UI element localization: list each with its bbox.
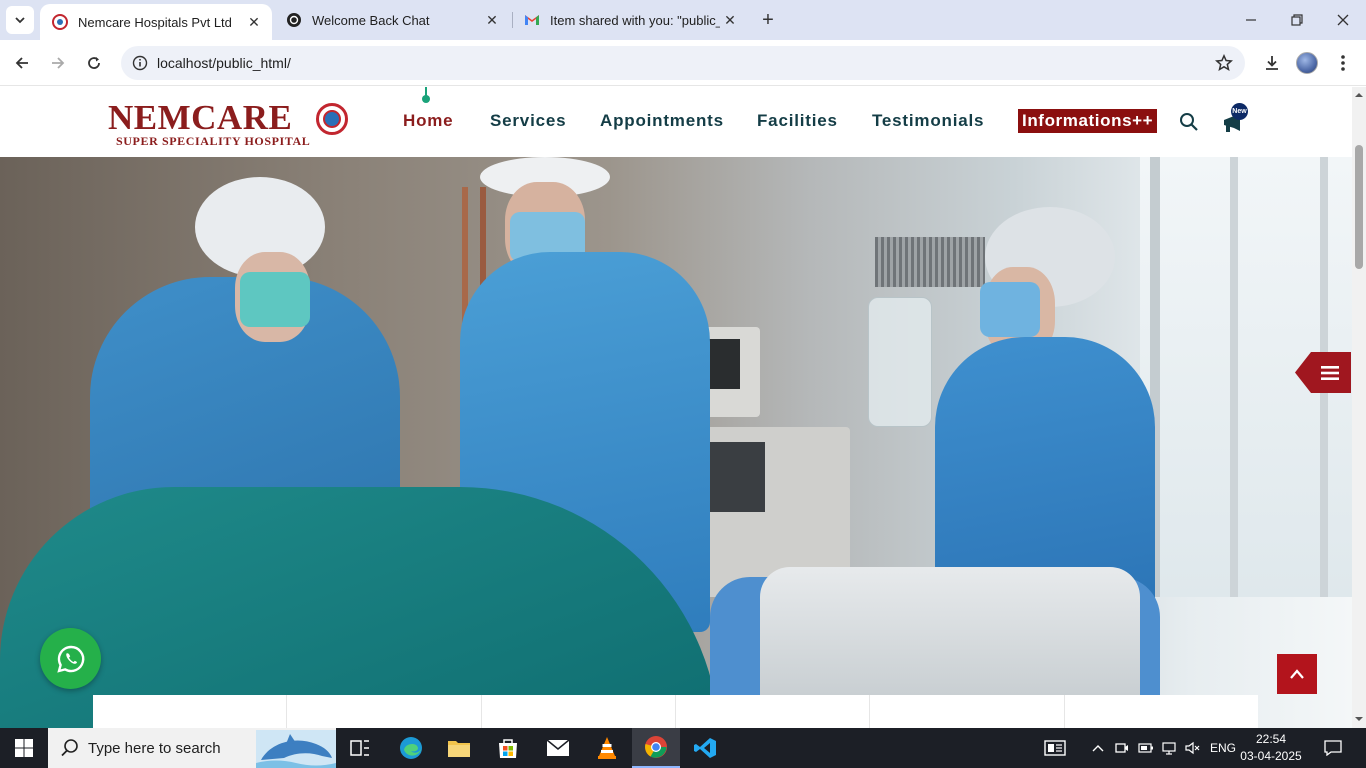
show-hidden-icons-chevron-icon[interactable] <box>1088 728 1108 768</box>
browser-tab-strip: Nemcare Hospitals Pvt Ltd ✕ Welcome Back… <box>0 0 1366 40</box>
battery-icon[interactable] <box>1136 728 1156 768</box>
close-tab-icon[interactable]: ✕ <box>244 12 264 32</box>
whatsapp-chat-button[interactable] <box>40 628 101 689</box>
url-text: localhost/public_html/ <box>157 55 291 71</box>
site-logo[interactable]: NEMCARE SUPER SPECIALITY HOSPITAL <box>108 99 348 149</box>
restore-window-icon[interactable] <box>1274 0 1320 40</box>
tab-search-button[interactable] <box>6 6 34 34</box>
feature-card <box>1065 695 1258 728</box>
scroll-down-icon <box>1355 717 1363 721</box>
feature-card <box>287 695 482 728</box>
file-explorer-icon[interactable] <box>435 728 483 768</box>
meet-now-icon[interactable] <box>1112 728 1132 768</box>
logo-tagline: SUPER SPECIALITY HOSPITAL <box>116 134 311 148</box>
chevron-up-icon <box>1290 669 1304 679</box>
bookmark-star-icon[interactable] <box>1214 53 1234 77</box>
notifications-icon[interactable] <box>1318 728 1348 768</box>
reload-icon[interactable] <box>79 48 109 78</box>
new-tab-button[interactable]: + <box>756 8 780 32</box>
taskbar-search-box[interactable]: Type here to search <box>48 728 336 768</box>
network-icon[interactable] <box>1160 728 1180 768</box>
close-tab-icon[interactable]: ✕ <box>720 10 740 30</box>
feature-card <box>482 695 676 728</box>
forward-arrow-icon[interactable] <box>43 48 73 78</box>
hospital-emblem-icon <box>316 103 348 135</box>
dolphin-illustration-icon <box>256 730 336 768</box>
tab-title: Welcome Back Chat <box>312 12 430 28</box>
feature-cards-strip <box>93 695 1258 728</box>
nav-testimonials[interactable]: Testimonials <box>872 111 984 131</box>
active-nav-dot <box>422 95 430 103</box>
vscode-icon[interactable] <box>681 728 729 768</box>
search-icon[interactable] <box>1178 111 1200 133</box>
tab-title: Item shared with you: "public_h <box>550 12 720 28</box>
informations-button[interactable]: Informations++ <box>1018 109 1158 133</box>
browser-toolbar: localhost/public_html/ <box>0 40 1366 86</box>
close-tab-icon[interactable]: ✕ <box>482 10 502 30</box>
news-widget-icon[interactable] <box>1040 728 1070 768</box>
downloads-icon[interactable] <box>1257 48 1287 78</box>
windows-taskbar: Type here to search ENG 22:54 03-04-2025 <box>0 728 1366 768</box>
whatsapp-icon <box>56 645 84 673</box>
edge-browser-icon[interactable] <box>387 728 435 768</box>
microsoft-store-icon[interactable] <box>484 728 532 768</box>
new-badge: New <box>1231 103 1248 120</box>
search-icon <box>61 739 78 757</box>
gmail-favicon-icon <box>524 12 540 28</box>
chevron-down-icon <box>15 17 25 24</box>
clock-time: 22:54 <box>1255 732 1287 746</box>
feature-card <box>676 695 871 728</box>
close-window-icon[interactable] <box>1320 0 1366 40</box>
feature-card <box>93 695 288 728</box>
site-header: NEMCARE SUPER SPECIALITY HOSPITAL Home S… <box>0 87 1352 157</box>
clock-date: 03-04-2025 <box>1240 749 1302 763</box>
nav-appointments[interactable]: Appointments <box>600 111 724 131</box>
hero-surgery-image <box>0 157 1352 728</box>
tab-title: Nemcare Hospitals Pvt Ltd <box>78 14 232 30</box>
task-view-icon[interactable] <box>336 728 384 768</box>
hamburger-menu-icon <box>1321 365 1339 380</box>
taskbar-search-placeholder: Type here to search <box>88 739 221 757</box>
vlc-player-icon[interactable] <box>583 728 631 768</box>
nav-home[interactable]: Home <box>403 111 453 131</box>
nav-services[interactable]: Services <box>490 111 566 131</box>
tab-welcome-back-chat[interactable]: Welcome Back Chat ✕ <box>274 0 510 40</box>
scroll-up-icon <box>1355 93 1363 97</box>
system-clock[interactable]: 22:54 03-04-2025 <box>1240 731 1302 765</box>
tab-gmail[interactable]: Item shared with you: "public_h ✕ <box>512 0 748 40</box>
minimize-window-icon[interactable] <box>1228 0 1274 40</box>
volume-muted-icon[interactable] <box>1183 728 1203 768</box>
language-indicator[interactable]: ENG <box>1206 728 1240 768</box>
mail-icon[interactable] <box>534 728 582 768</box>
site-info-icon[interactable] <box>131 54 149 72</box>
tab-nemcare[interactable]: Nemcare Hospitals Pvt Ltd ✕ <box>40 4 272 40</box>
nav-facilities[interactable]: Facilities <box>757 111 838 131</box>
back-arrow-icon[interactable] <box>7 48 37 78</box>
logo-name: NEMCARE <box>108 98 293 137</box>
address-bar[interactable]: localhost/public_html/ <box>121 46 1245 80</box>
web-page: NEMCARE SUPER SPECIALITY HOSPITAL Home S… <box>0 87 1366 728</box>
more-options-icon[interactable] <box>1328 48 1358 78</box>
feature-card <box>870 695 1065 728</box>
windows-start-icon[interactable] <box>0 728 48 768</box>
scrollbar-thumb[interactable] <box>1355 145 1363 269</box>
nemcare-favicon-icon <box>52 14 68 30</box>
back-to-top-button[interactable] <box>1277 654 1317 694</box>
chrome-browser-icon[interactable] <box>632 728 680 768</box>
page-scrollbar[interactable] <box>1352 87 1366 728</box>
profile-avatar[interactable] <box>1292 48 1322 78</box>
openai-favicon-icon <box>286 12 302 28</box>
